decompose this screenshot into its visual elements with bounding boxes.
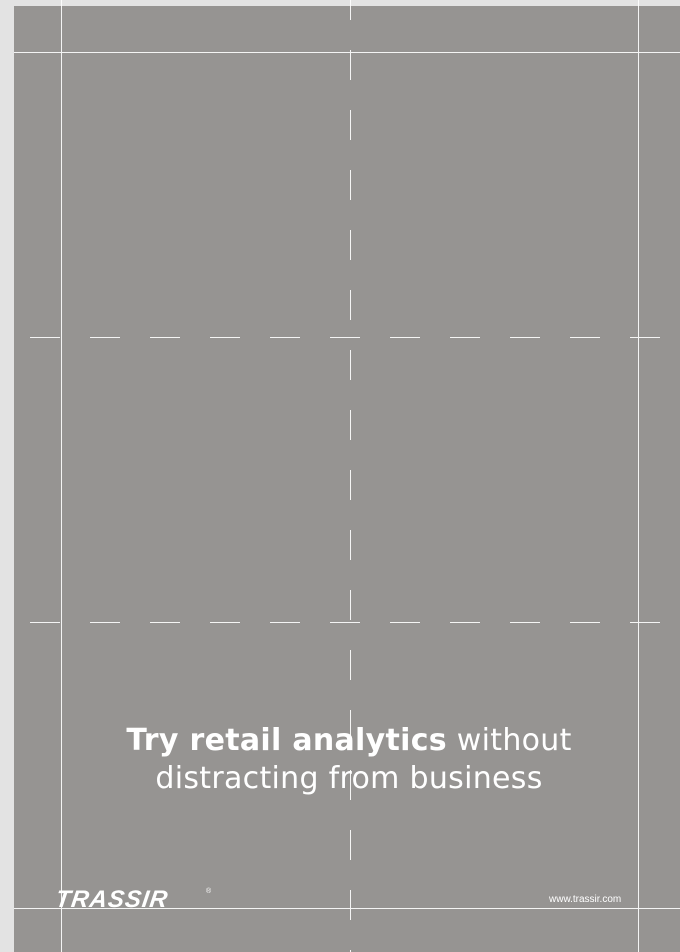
headline-rest: without (446, 723, 572, 758)
trassir-logo: TRASSIR ® (58, 886, 212, 912)
headline-bold: Try retail analytics (126, 723, 447, 758)
registered-mark: ® (206, 887, 212, 895)
headline-line-1: Try retail analytics without (14, 722, 680, 760)
fold-cut-guides (14, 0, 680, 952)
headline: Try retail analytics without distracting… (14, 722, 680, 798)
logo-text: TRASSIR (58, 886, 170, 912)
website-url: www.trassir.com (549, 894, 622, 905)
headline-line-2: distracting from business (155, 761, 543, 796)
